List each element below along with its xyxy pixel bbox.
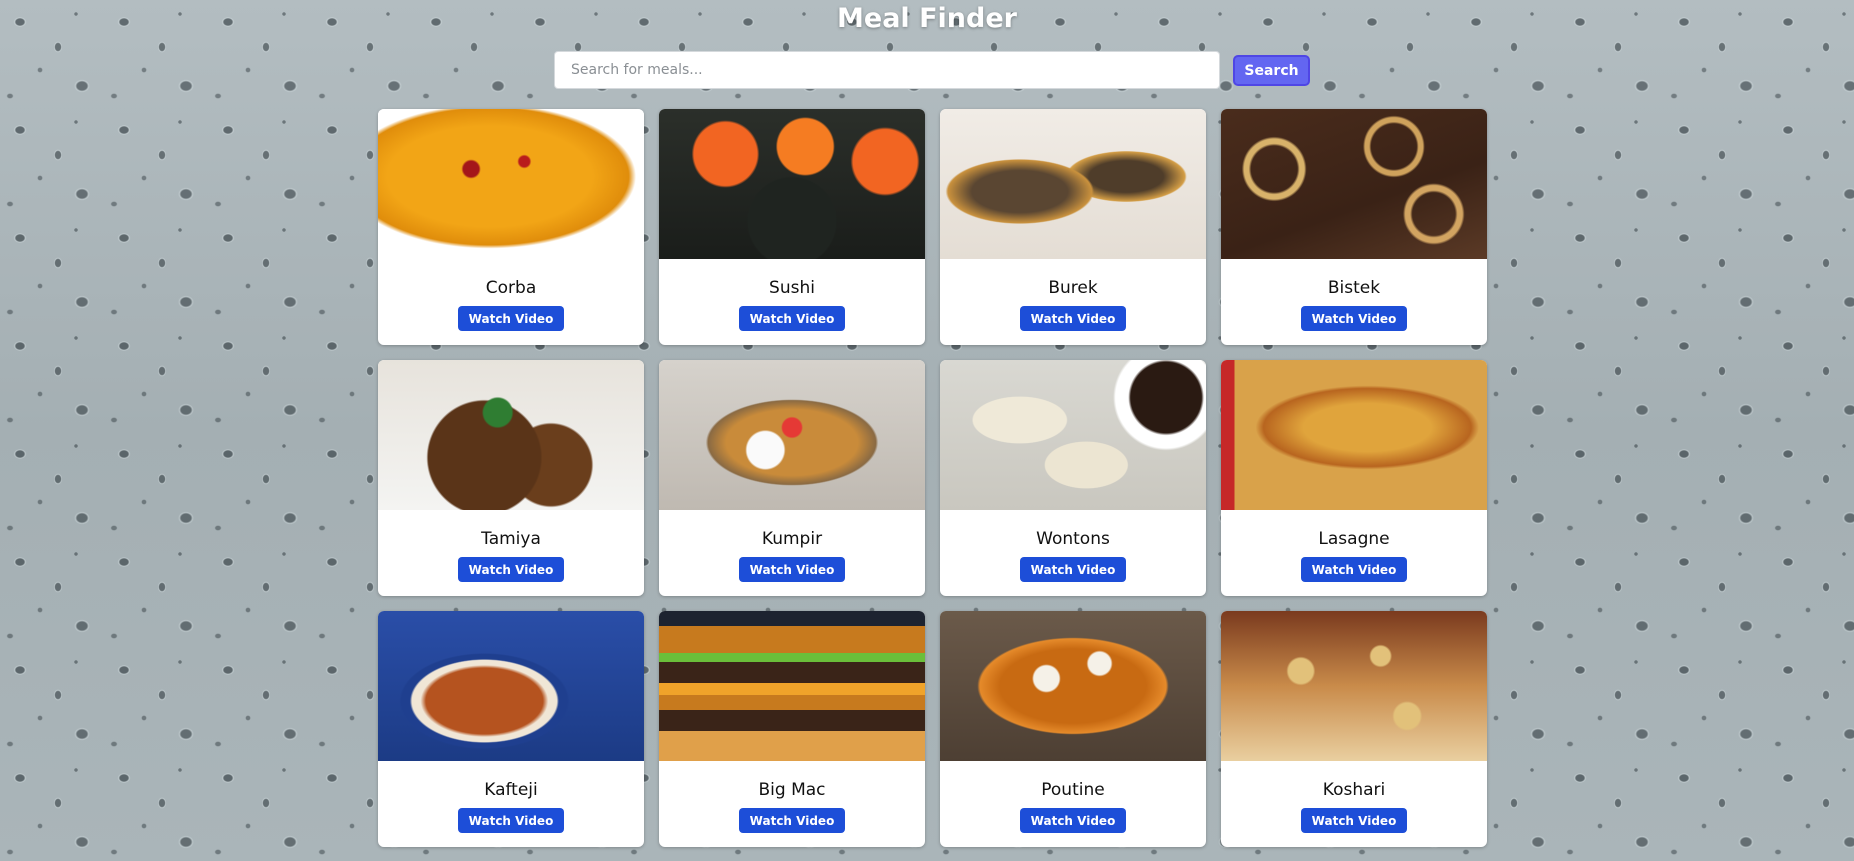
watch-video-button[interactable]: Watch Video: [457, 557, 565, 582]
watch-video-button[interactable]: Watch Video: [457, 306, 565, 331]
meal-card-sushi: Sushi Watch Video: [659, 109, 925, 345]
meal-image-poutine: [940, 611, 1206, 761]
watch-video-button[interactable]: Watch Video: [738, 808, 846, 833]
meal-card-lasagne: Lasagne Watch Video: [1221, 360, 1487, 596]
meal-image-kumpir: [659, 360, 925, 510]
meal-card-corba: Corba Watch Video: [378, 109, 644, 345]
watch-video-button[interactable]: Watch Video: [1019, 306, 1127, 331]
meal-image-lasagne: [1221, 360, 1487, 510]
watch-video-button[interactable]: Watch Video: [738, 306, 846, 331]
meal-card-poutine: Poutine Watch Video: [940, 611, 1206, 847]
meal-image-burek: [940, 109, 1206, 259]
watch-video-button[interactable]: Watch Video: [1300, 557, 1408, 582]
page-title: Meal Finder: [837, 3, 1017, 34]
meal-title: Big Mac: [758, 780, 826, 800]
meal-card-big-mac: Big Mac Watch Video: [659, 611, 925, 847]
meal-card-koshari: Koshari Watch Video: [1221, 611, 1487, 847]
search-input[interactable]: [554, 51, 1220, 89]
watch-video-button[interactable]: Watch Video: [1019, 808, 1127, 833]
meal-title: Poutine: [1041, 780, 1105, 800]
meal-title: Kafteji: [484, 780, 538, 800]
meal-title: Bistek: [1327, 278, 1381, 298]
search-button[interactable]: Search: [1233, 55, 1310, 86]
meal-card-burek: Burek Watch Video: [940, 109, 1206, 345]
watch-video-button[interactable]: Watch Video: [738, 557, 846, 582]
watch-video-button[interactable]: Watch Video: [1300, 808, 1408, 833]
watch-video-button[interactable]: Watch Video: [457, 808, 565, 833]
watch-video-button[interactable]: Watch Video: [1019, 557, 1127, 582]
meal-title: Burek: [1048, 278, 1098, 298]
meal-title: Kumpir: [761, 529, 823, 549]
meal-card-kumpir: Kumpir Watch Video: [659, 360, 925, 596]
meal-title: Sushi: [769, 278, 815, 298]
meal-image-big-mac: [659, 611, 925, 761]
meal-image-bistek: [1221, 109, 1487, 259]
meal-card-tamiya: Tamiya Watch Video: [378, 360, 644, 596]
meal-image-sushi: [659, 109, 925, 259]
meal-title: Koshari: [1322, 780, 1386, 800]
meal-image-tamiya: [378, 360, 644, 510]
meal-grid: Corba Watch Video Sushi Watch Video Bure…: [378, 109, 1487, 847]
meal-title: Tamiya: [481, 529, 541, 549]
meal-card-wontons: Wontons Watch Video: [940, 360, 1206, 596]
meal-card-bistek: Bistek Watch Video: [1221, 109, 1487, 345]
meal-title: Corba: [485, 278, 537, 298]
meal-card-kafteji: Kafteji Watch Video: [378, 611, 644, 847]
meal-image-corba: [378, 109, 644, 259]
meal-image-kafteji: [378, 611, 644, 761]
meal-image-koshari: [1221, 611, 1487, 761]
meal-title: Wontons: [1036, 529, 1110, 549]
meal-title: Lasagne: [1318, 529, 1390, 549]
watch-video-button[interactable]: Watch Video: [1300, 306, 1408, 331]
meal-image-wontons: [940, 360, 1206, 510]
